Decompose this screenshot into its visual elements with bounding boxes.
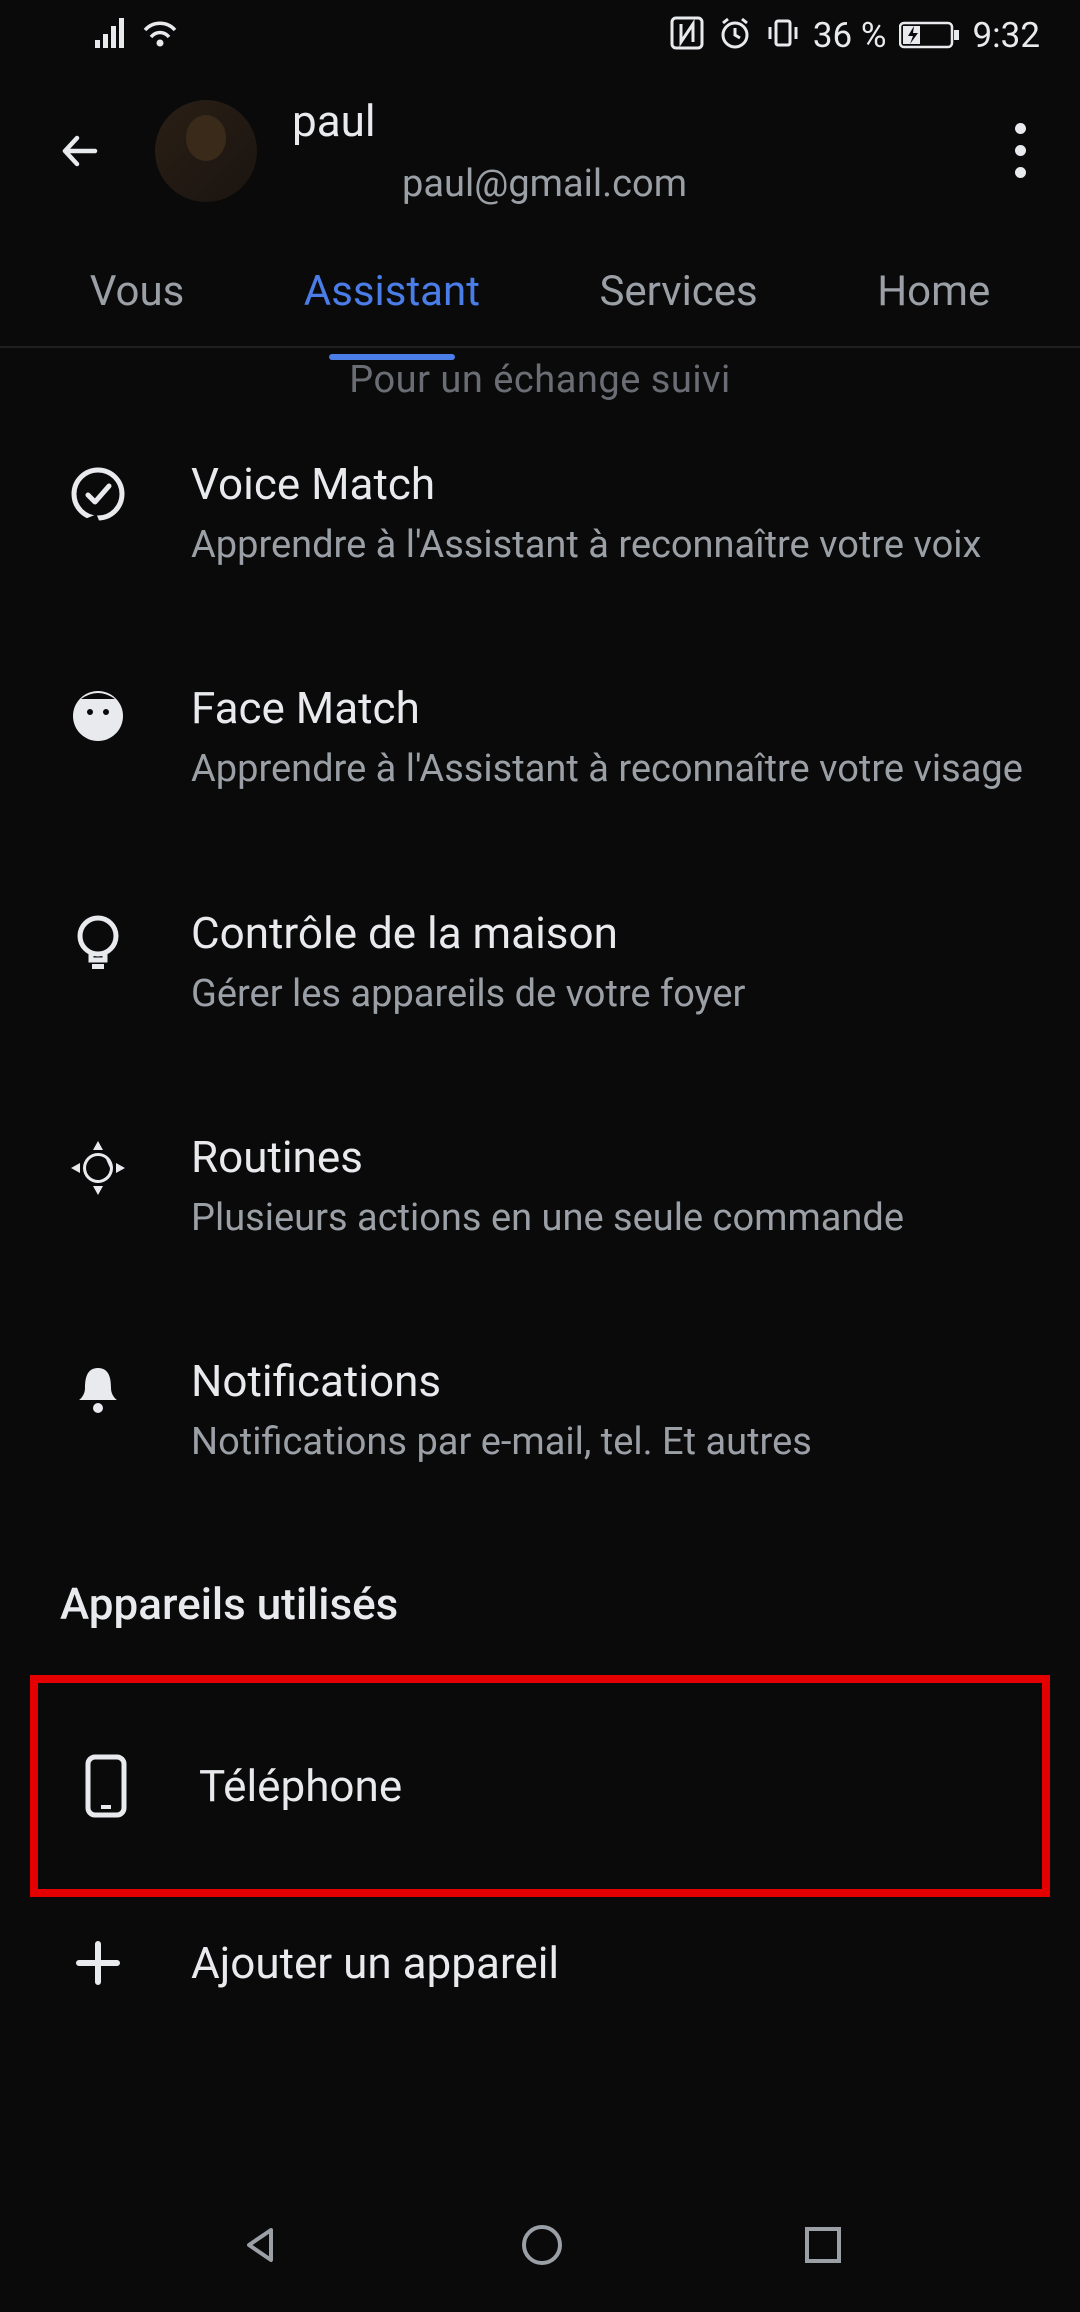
setting-routines[interactable]: Routines Plusieurs actions en une seule … [0, 1075, 1080, 1299]
navigation-bar [0, 2182, 1080, 2312]
lightbulb-icon [60, 914, 136, 976]
setting-notifications[interactable]: Notifications Notifications par e-mail, … [0, 1299, 1080, 1523]
partial-cutoff-text: Pour un échange suivi [0, 348, 1080, 402]
device-phone[interactable]: Téléphone [38, 1683, 1042, 1889]
tab-label: Vous [90, 267, 185, 316]
setting-subtitle: Notifications par e-mail, tel. Et autres [191, 1417, 1040, 1468]
setting-subtitle: Gérer les appareils de votre foyer [191, 969, 1040, 1020]
nav-back-icon[interactable] [237, 2222, 283, 2272]
tabs: Vous Assistant Services Home [0, 236, 1080, 348]
bell-icon [60, 1362, 136, 1418]
setting-subtitle: Apprendre à l'Assistant à reconnaître vo… [191, 744, 1040, 795]
alarm-icon [717, 15, 753, 55]
setting-subtitle: Plusieurs actions en une seule commande [191, 1193, 1040, 1244]
tab-home[interactable]: Home [867, 247, 1000, 336]
device-label: Téléphone [199, 1760, 402, 1812]
battery-icon [899, 20, 961, 50]
account-header: paul paul@gmail.com [0, 70, 1080, 236]
clock-text: 9:32 [973, 15, 1041, 56]
tab-label: Home [877, 267, 990, 316]
routines-icon [60, 1138, 136, 1198]
tab-services[interactable]: Services [589, 247, 767, 336]
nfc-icon [669, 15, 705, 55]
setting-title: Routines [191, 1130, 1040, 1185]
setting-title: Contrôle de la maison [191, 906, 1040, 961]
device-label: Ajouter un appareil [191, 1937, 559, 1989]
voice-match-icon [60, 465, 136, 523]
status-left [95, 18, 179, 52]
signal-icon [95, 18, 129, 52]
tab-label: Assistant [304, 267, 480, 316]
battery-percent-text: 36 % [813, 15, 887, 56]
user-info: paul paul@gmail.com [292, 95, 687, 206]
setting-home-control[interactable]: Contrôle de la maison Gérer les appareil… [0, 851, 1080, 1075]
setting-title: Voice Match [191, 457, 1040, 512]
tab-label: Services [599, 267, 757, 316]
user-email: paul@gmail.com [402, 162, 687, 206]
setting-face-match[interactable]: Face Match Apprendre à l'Assistant à rec… [0, 626, 1080, 850]
highlight-annotation: Téléphone [30, 1675, 1050, 1897]
tab-assistant[interactable]: Assistant [294, 247, 490, 336]
status-right: 36 % 9:32 [669, 15, 1040, 56]
status-bar: 36 % 9:32 [0, 0, 1080, 70]
face-match-icon [60, 689, 136, 743]
setting-subtitle: Apprendre à l'Assistant à reconnaître vo… [191, 520, 1040, 571]
more-options-icon[interactable] [1000, 123, 1040, 178]
settings-list[interactable]: Pour un échange suivi Voice Match Appren… [0, 348, 1080, 2037]
back-arrow-icon[interactable] [55, 126, 105, 176]
setting-voice-match[interactable]: Voice Match Apprendre à l'Assistant à re… [0, 402, 1080, 626]
nav-home-icon[interactable] [519, 2222, 565, 2272]
vibrate-icon [765, 15, 801, 55]
section-title-devices: Appareils utilisés [0, 1523, 1080, 1665]
setting-title: Notifications [191, 1354, 1040, 1409]
tab-vous[interactable]: Vous [80, 247, 195, 336]
nav-recent-icon[interactable] [802, 2224, 844, 2270]
user-name: paul [292, 95, 687, 147]
device-add[interactable]: Ajouter un appareil [0, 1897, 1080, 2037]
wifi-icon [141, 18, 179, 52]
phone-icon [68, 1753, 144, 1819]
avatar[interactable] [155, 100, 257, 202]
setting-title: Face Match [191, 681, 1040, 736]
plus-icon [60, 1938, 136, 1988]
